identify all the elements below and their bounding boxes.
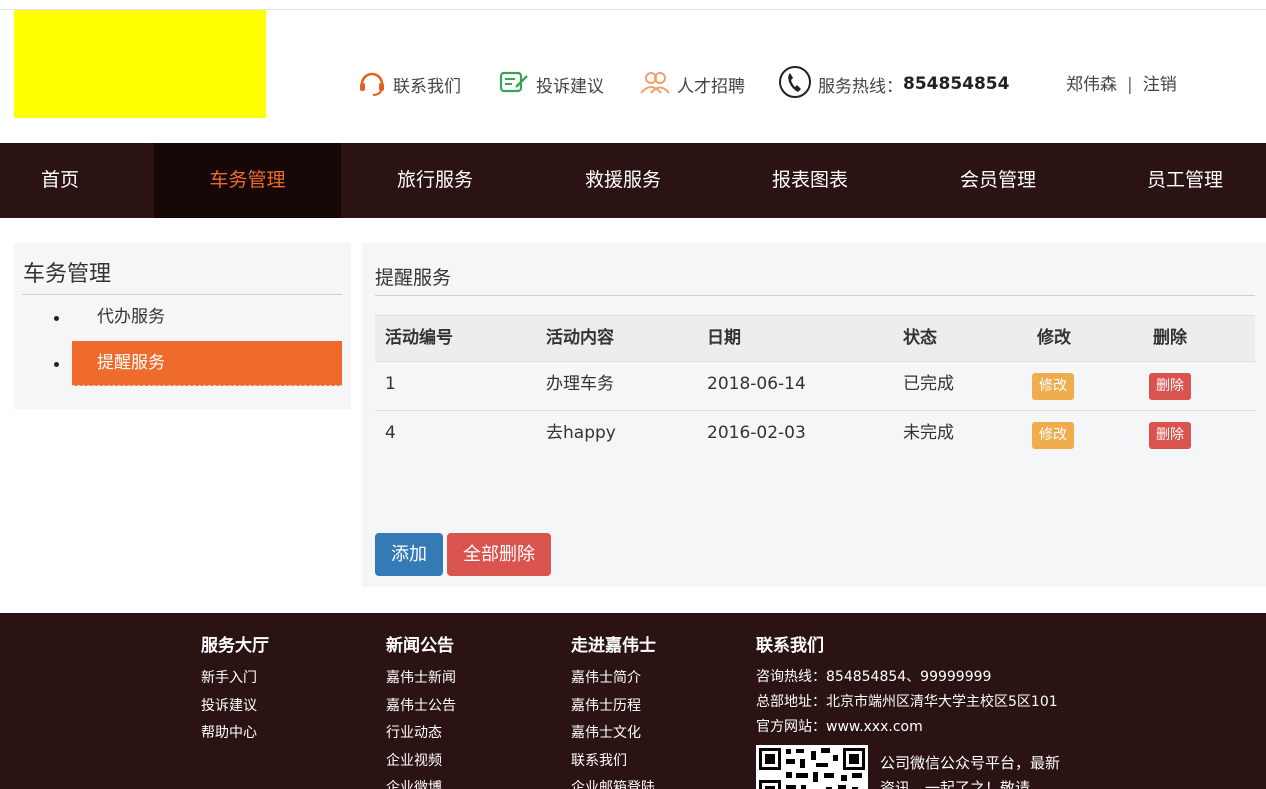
cell-content: 办理车务 [546, 374, 614, 394]
title-divider [375, 295, 1255, 296]
col-date: 日期 [707, 328, 741, 348]
footer-col-about: 走进嘉伟士 嘉伟士简介 嘉伟士历程 嘉伟士文化 联系我们 企业邮箱登陆 [571, 631, 656, 789]
col-activity-content: 活动内容 [546, 328, 614, 348]
hotline-number: 854854854 [903, 74, 1010, 94]
delete-button[interactable]: 删除 [1149, 422, 1191, 449]
complaint-label: 投诉建议 [536, 76, 604, 97]
nav-member-management[interactable]: 会员管理 [960, 143, 1036, 218]
edit-button[interactable]: 修改 [1032, 373, 1074, 400]
cell-content: 去happy [546, 423, 616, 443]
footer-link[interactable]: 投诉建议 [201, 693, 269, 721]
footer-link[interactable]: 企业邮箱登陆 [571, 775, 656, 789]
footer-col-title: 新闻公告 [386, 636, 454, 656]
footer: 服务大厅 新手入门 投诉建议 帮助中心 新闻公告 嘉伟士新闻 嘉伟士公告 行业动… [0, 613, 1266, 789]
table-header: 活动编号 活动内容 日期 状态 修改 删除 [375, 315, 1255, 362]
nav-travel-service[interactable]: 旅行服务 [397, 143, 473, 218]
complaint-link[interactable]: 投诉建议 [498, 66, 604, 102]
footer-col-news: 新闻公告 嘉伟士新闻 嘉伟士公告 行业动态 企业视频 企业微博 [386, 631, 456, 789]
col-edit: 修改 [1037, 328, 1071, 348]
footer-col-title: 服务大厅 [201, 636, 269, 656]
user-separator: | [1127, 75, 1133, 95]
user-area: 郑伟森 | 注销 [1066, 70, 1177, 95]
contact-hotline: 咨询热线：854854854、99999999 [756, 669, 992, 685]
footer-link[interactable]: 企业视频 [386, 748, 456, 776]
sidebar-item-label: 提醒服务 [97, 353, 165, 373]
footer-link[interactable]: 嘉伟士历程 [571, 693, 656, 721]
logo[interactable] [14, 10, 266, 118]
sidebar: 车务管理 代办服务 提醒服务 [14, 243, 351, 409]
footer-link[interactable]: 企业微博 [386, 775, 456, 789]
nav-home[interactable]: 首页 [41, 143, 79, 218]
cell-id: 1 [385, 374, 396, 394]
bullet-icon [54, 362, 59, 367]
footer-col-title: 走进嘉伟士 [571, 636, 656, 656]
contact-us-label: 联系我们 [393, 76, 461, 97]
footer-link[interactable]: 行业动态 [386, 720, 456, 748]
col-delete: 删除 [1153, 328, 1187, 348]
footer-link[interactable]: 嘉伟士公告 [386, 693, 456, 721]
table-row: 1 办理车务 2018-06-14 已完成 修改 删除 [375, 362, 1255, 411]
sidebar-item-label: 代办服务 [97, 307, 165, 327]
phone-icon [778, 65, 818, 104]
cell-status: 未完成 [903, 423, 954, 443]
page-title: 提醒服务 [375, 267, 452, 289]
username-link[interactable]: 郑伟森 [1066, 75, 1117, 95]
delete-button[interactable]: 删除 [1149, 373, 1191, 400]
main-panel: 提醒服务 活动编号 活动内容 日期 状态 修改 删除 1 办理车务 2018-0… [362, 243, 1266, 587]
footer-link[interactable]: 联系我们 [571, 748, 656, 776]
edit-button[interactable]: 修改 [1032, 422, 1074, 449]
logout-link[interactable]: 注销 [1143, 75, 1177, 95]
footer-link[interactable]: 嘉伟士文化 [571, 720, 656, 748]
hotline: 服务热线： 854854854 [778, 65, 1010, 104]
footer-link[interactable]: 嘉伟士新闻 [386, 665, 456, 693]
footer-col-title: 联系我们 [756, 636, 824, 656]
cell-date: 2016-02-03 [707, 423, 806, 443]
sidebar-item-reminder-service[interactable]: 提醒服务 [72, 341, 342, 386]
reminder-table: 活动编号 活动内容 日期 状态 修改 删除 1 办理车务 2018-06-14 … [375, 315, 1255, 460]
recruit-label: 人才招聘 [677, 76, 745, 97]
footer-col-contact: 联系我们 咨询热线：854854854、99999999 总部地址：北京市端州区… [756, 631, 1058, 740]
cell-status: 已完成 [903, 374, 954, 394]
col-activity-id: 活动编号 [385, 328, 453, 348]
edit-note-icon [498, 67, 536, 102]
headset-icon [357, 67, 393, 102]
qr-code [756, 745, 868, 789]
cell-id: 4 [385, 423, 396, 443]
delete-all-button[interactable]: 全部删除 [447, 533, 551, 576]
footer-link[interactable]: 新手入门 [201, 665, 269, 693]
people-icon [639, 67, 677, 102]
main-nav: 首页 车务管理 旅行服务 救援服务 报表图表 会员管理 员工管理 [0, 143, 1266, 218]
recruit-link[interactable]: 人才招聘 [639, 66, 745, 102]
nav-rescue-service[interactable]: 救援服务 [585, 143, 661, 218]
contact-website: 官方网站：www.xxx.com [756, 719, 923, 735]
sidebar-title: 车务管理 [23, 262, 112, 287]
nav-reports[interactable]: 报表图表 [772, 143, 848, 218]
hotline-label: 服务热线： [818, 76, 903, 97]
footer-link[interactable]: 嘉伟士简介 [571, 665, 656, 693]
qr-caption: 公司微信公众号平台，最新资讯，一起了之！敬请 [880, 754, 1061, 789]
sidebar-item-agency-service[interactable]: 代办服务 [72, 295, 342, 340]
footer-link[interactable]: 帮助中心 [201, 720, 269, 748]
footer-col-service-hall: 服务大厅 新手入门 投诉建议 帮助中心 [201, 631, 269, 748]
nav-vehicle-management[interactable]: 车务管理 [154, 143, 341, 218]
bullet-icon [54, 316, 59, 321]
cell-date: 2018-06-14 [707, 374, 806, 394]
col-status: 状态 [903, 328, 937, 348]
contact-us-link[interactable]: 联系我们 [357, 66, 461, 102]
nav-staff-management[interactable]: 员工管理 [1147, 143, 1223, 218]
add-button[interactable]: 添加 [375, 533, 443, 576]
contact-address: 总部地址：北京市端州区清华大学主校区5区101 [756, 694, 1058, 710]
table-row: 4 去happy 2016-02-03 未完成 修改 删除 [375, 411, 1255, 460]
